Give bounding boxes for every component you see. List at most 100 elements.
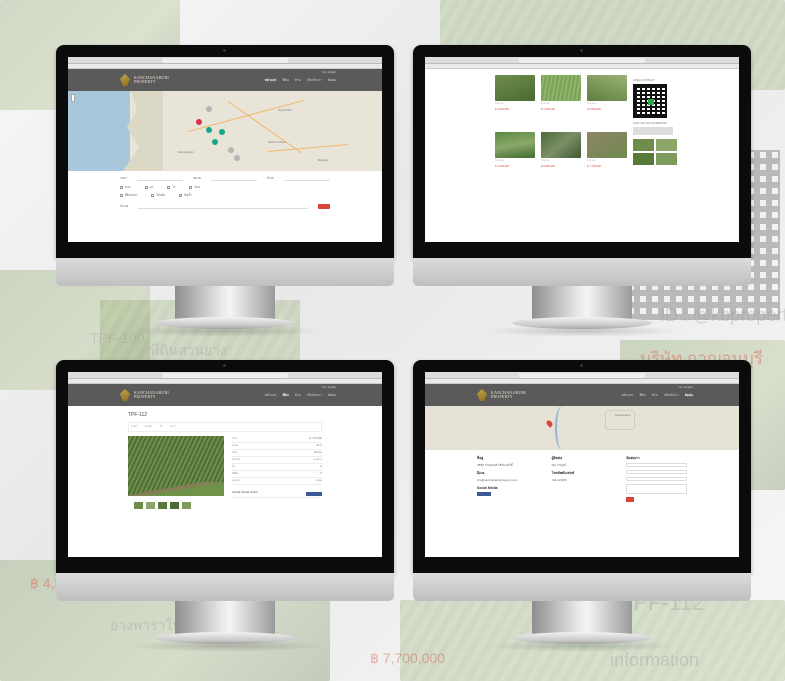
property-map[interactable]: Kanchanaburi Suphan Buri Nakhon Pathom B… (68, 91, 382, 171)
lang-switch[interactable]: ไทย | English (321, 71, 336, 75)
browser-tabbar (425, 372, 739, 379)
listing-price: ฿ 7,700,000 (587, 165, 601, 168)
map-pin[interactable] (212, 139, 218, 145)
field-label: ทำเล (267, 176, 274, 180)
spec-row: ขนาด 32 ไร่ (232, 443, 322, 450)
facebook-button[interactable] (477, 492, 491, 496)
nav-about[interactable]: เกี่ยวกับเรา (664, 393, 679, 398)
lang-switch[interactable]: ไทย | English (678, 386, 693, 390)
nav-about[interactable]: เกี่ยวกับเรา (307, 393, 322, 398)
listing-card[interactable]: TPF-106 ··· ฿ 7,700,000 (587, 132, 627, 184)
listing-id: TPF-103 (587, 103, 596, 105)
nav-land[interactable]: ที่ดิน (639, 393, 645, 398)
thumb[interactable] (182, 502, 191, 509)
listing-card[interactable]: TPF-104 ··· ฿ 3,200,000 (495, 132, 535, 184)
property-photo[interactable] (128, 436, 224, 496)
listing-sidebar: LINE CONTACT LIKE US ON FACEBOOK (633, 75, 677, 184)
checkbox-house[interactable]: บ้าน (189, 185, 200, 190)
nav-house[interactable]: บ้าน (295, 78, 301, 83)
thumb[interactable] (170, 502, 179, 509)
checkbox-resort[interactable]: รีสอร์ท (151, 193, 165, 198)
location-marker-icon[interactable] (545, 419, 554, 428)
facebook-share-button[interactable] (306, 492, 322, 496)
size-select[interactable] (210, 177, 258, 181)
price-select[interactable] (137, 177, 184, 181)
listing-id: TPF-101 (495, 103, 504, 105)
nav-about[interactable]: เกี่ยวกับเรา (307, 78, 322, 83)
line-qr-code (633, 84, 667, 118)
thumb[interactable] (633, 153, 654, 165)
thumb[interactable] (633, 139, 654, 151)
listing-id: TPF-105 (541, 160, 550, 162)
imac-screen: KANCHANABURI PROPERTY ไทย | English หน้าแ… (68, 57, 382, 242)
logo-text[interactable]: KANCHANABURI PROPERTY (134, 390, 169, 400)
listing-price: ฿ 2,300,000 (541, 108, 555, 111)
thumb[interactable] (134, 502, 143, 509)
contact-address-col: ที่อยู่ บริษัท กาญจนบุรี พร็อพเพอร์ตี้ อ… (477, 456, 538, 502)
logo-text[interactable]: KANCHANABURI PROPERTY (134, 75, 169, 85)
district-select[interactable] (138, 205, 308, 209)
nav-house[interactable]: บ้าน (652, 393, 658, 398)
map-pin[interactable] (219, 129, 225, 135)
name-field[interactable] (626, 463, 688, 467)
property-title: TPF-112 (128, 412, 148, 418)
map-pin[interactable] (206, 127, 212, 133)
listing-photo[interactable] (587, 75, 627, 101)
listing-photo[interactable] (587, 132, 627, 158)
thumb[interactable] (146, 502, 155, 509)
listing-page: TPF-101 ··· ฿ 4,500,000 TPF-102 ··· ฿ 2,30… (425, 69, 739, 184)
imac-bezel: TPF-101 ··· ฿ 4,500,000 TPF-102 ··· ฿ 2,30… (413, 45, 751, 258)
nav-contact[interactable]: ติดต่อ (328, 78, 336, 83)
site-header: KANCHANABURI PROPERTY ไทย | English หน้าแ… (68, 384, 382, 406)
listing-price: ฿ 5,900,000 (541, 165, 555, 168)
location-select[interactable] (283, 177, 331, 181)
logo-text[interactable]: KANCHANABURI PROPERTY (491, 390, 526, 400)
nav-contact[interactable]: ติดต่อ (685, 393, 693, 398)
thumb[interactable] (656, 139, 677, 151)
nav-land[interactable]: ที่ดิน (282, 393, 288, 398)
checkbox-garden[interactable]: สวน (120, 185, 131, 190)
listing-photo[interactable] (541, 132, 581, 158)
checkbox-paddy[interactable]: นา (144, 185, 153, 190)
checkbox-waterfront[interactable]: ติดน้ำ (179, 193, 192, 198)
subject-field[interactable] (626, 477, 688, 481)
checkbox-empty-land[interactable]: ที่ดินเปล่า (120, 193, 137, 198)
send-button[interactable] (626, 497, 635, 502)
message-field[interactable] (626, 484, 688, 494)
map-pin[interactable] (228, 147, 234, 153)
listing-photo[interactable] (495, 132, 535, 158)
listing-card[interactable]: TPF-105 ··· ฿ 5,900,000 (541, 132, 581, 184)
logo-icon (120, 74, 130, 86)
listing-card[interactable]: TPF-102 ··· ฿ 2,300,000 (541, 75, 581, 127)
nav-home[interactable]: หน้าแรก (622, 393, 634, 398)
email-field[interactable] (626, 470, 688, 474)
search-button[interactable] (318, 204, 330, 209)
camera (580, 364, 583, 367)
listing-photo[interactable] (541, 75, 581, 101)
thumb[interactable] (158, 502, 167, 509)
nav-land[interactable]: ที่ดิน (282, 78, 288, 83)
nav-house[interactable]: บ้าน (295, 393, 301, 398)
nav-home[interactable]: หน้าแรก (265, 393, 277, 398)
type-checkboxes: ที่ดินเปล่า รีสอร์ท ติดน้ำ (120, 193, 330, 198)
listing-card[interactable]: TPF-103 ··· ฿ 6,800,000 (587, 75, 627, 127)
listing-grid: TPF-101 ··· ฿ 4,500,000 TPF-102 ··· ฿ 2,30… (495, 75, 627, 184)
map-pin[interactable] (206, 106, 212, 112)
zoom-control[interactable] (71, 94, 75, 102)
listing-card[interactable]: TPF-101 ··· ฿ 4,500,000 (495, 75, 535, 127)
thumb[interactable] (656, 153, 677, 165)
map-pin[interactable] (234, 155, 240, 161)
property-summary-bar: ราคา ขนาด ไร่ ตร.ว. (128, 422, 322, 432)
map-road (267, 144, 348, 152)
facebook-widget[interactable] (633, 127, 673, 135)
map-area (605, 410, 635, 430)
location-map[interactable]: Kanchanaburi (425, 406, 739, 450)
map-pin[interactable] (196, 119, 202, 125)
listing-photo[interactable] (495, 75, 535, 101)
field-label: ขนาด (193, 176, 201, 180)
nav-contact[interactable]: ติดต่อ (328, 393, 336, 398)
lang-switch[interactable]: ไทย | English (321, 386, 336, 390)
nav-home[interactable]: หน้าแรก (265, 78, 277, 83)
checkbox-farm[interactable]: ไร่ (167, 185, 175, 190)
share-section: Social Media Share (232, 489, 322, 498)
